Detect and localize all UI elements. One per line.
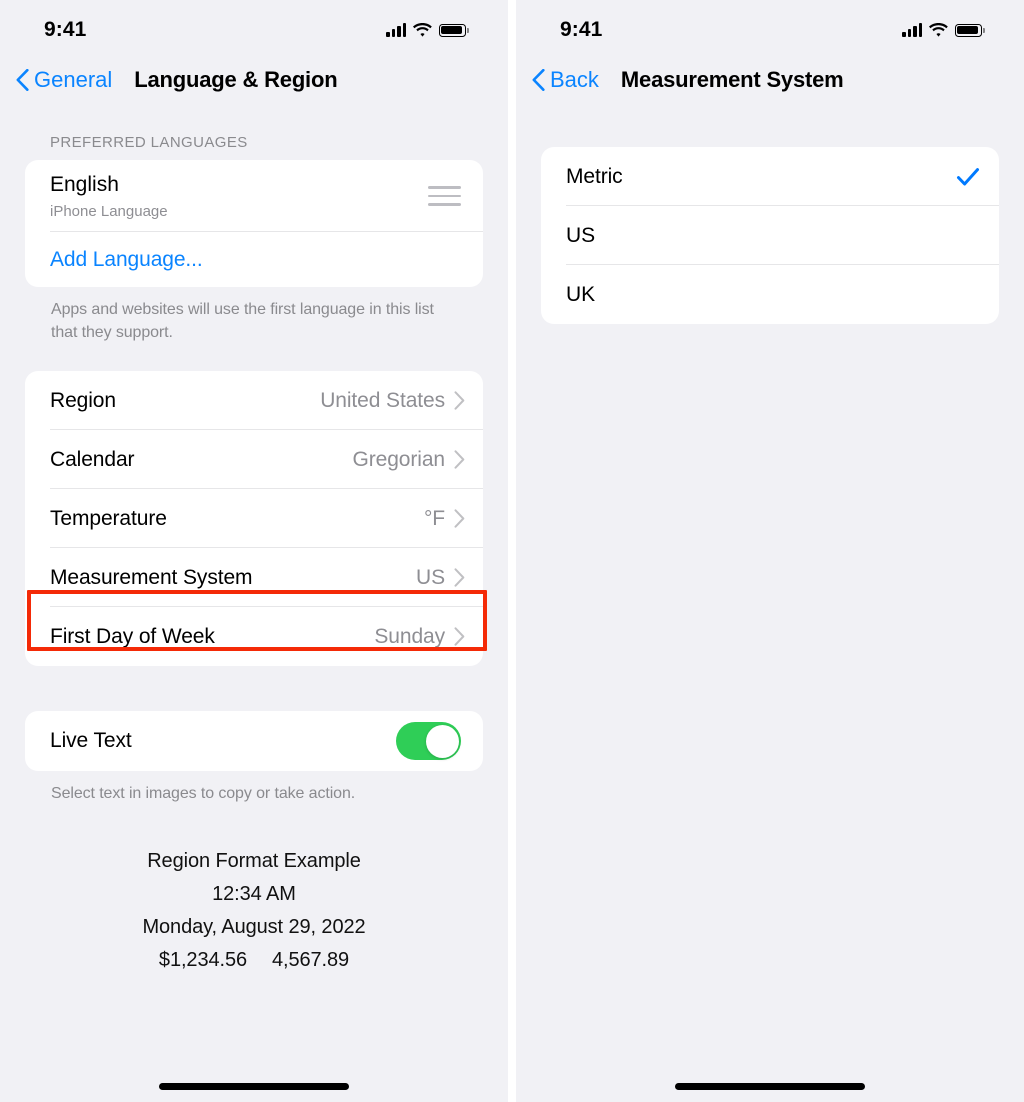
option-label: UK — [566, 282, 595, 306]
back-button[interactable]: Back — [532, 67, 599, 93]
row-value: Gregorian — [352, 447, 446, 471]
live-text-row[interactable]: Live Text — [25, 711, 483, 771]
live-text-toggle[interactable] — [396, 722, 461, 761]
row-value: United States — [320, 388, 445, 412]
status-bar-time: 9:41 — [560, 18, 603, 41]
status-bar-icons — [386, 23, 469, 37]
language-subtitle: iPhone Language — [50, 202, 168, 220]
screen-divider — [508, 0, 516, 1102]
dual-screen-comparison: 9:41 General Language & Region PREFERRED… — [0, 0, 1024, 1102]
region-example-title: Region Format Example — [147, 850, 361, 873]
left-content: PREFERRED LANGUAGES English iPhone Langu… — [0, 104, 508, 972]
add-language-label: Add Language... — [50, 247, 203, 271]
row-value-group: US — [416, 566, 465, 590]
language-row-english[interactable]: English iPhone Language — [25, 160, 483, 232]
settings-row-region[interactable]: Region United States — [25, 371, 483, 431]
chevron-right-icon — [454, 391, 465, 411]
language-title: English — [50, 173, 119, 197]
row-label: Temperature — [50, 506, 167, 530]
settings-row-first-day-of-week[interactable]: First Day of Week Sunday — [25, 607, 483, 666]
row-label: Region — [50, 388, 116, 412]
row-label: Measurement System — [50, 565, 253, 589]
battery-full-icon — [955, 23, 985, 37]
live-text-footnote: Select text in images to copy or take ac… — [51, 785, 356, 803]
status-bar: 9:41 — [0, 0, 508, 56]
settings-row-calendar[interactable]: Calendar Gregorian — [25, 430, 483, 490]
languages-footnote: Apps and websites will use the first lan… — [51, 301, 434, 341]
row-value-group: °F — [424, 507, 465, 531]
home-indicator — [159, 1083, 349, 1090]
back-button-label: General — [34, 67, 113, 92]
row-label: First Day of Week — [50, 624, 215, 648]
back-button-label: Back — [550, 67, 599, 92]
status-bar: 9:41 — [516, 0, 1024, 56]
row-value-group: United States — [320, 389, 465, 413]
chevron-left-icon — [16, 69, 29, 91]
row-value: °F — [423, 506, 445, 530]
right-content: Metric US UK — [516, 147, 1024, 324]
status-bar-time: 9:41 — [44, 18, 87, 41]
chevron-right-icon — [454, 450, 465, 470]
language-text-block: English iPhone Language — [50, 172, 168, 219]
live-text-label: Live Text — [50, 729, 132, 753]
chevron-right-icon — [454, 568, 465, 588]
page-title: Measurement System — [620, 67, 844, 92]
cellular-bars-icon — [902, 23, 922, 37]
region-example-numbers: $1,234.56 4,567.89 — [25, 949, 483, 972]
home-indicator — [675, 1083, 865, 1090]
option-row-us[interactable]: US — [541, 206, 999, 265]
option-row-metric[interactable]: Metric — [541, 147, 999, 206]
cellular-bars-icon — [386, 23, 406, 37]
wifi-icon — [929, 23, 948, 37]
option-label: Metric — [566, 164, 623, 188]
row-value: US — [416, 565, 445, 589]
checkmark-icon — [957, 167, 979, 185]
navigation-bar: General Language & Region — [0, 56, 508, 104]
battery-full-icon — [439, 23, 469, 37]
row-value: Sunday — [374, 624, 445, 648]
region-example-date: Monday, August 29, 2022 — [142, 916, 366, 939]
toggle-knob — [425, 724, 459, 758]
option-row-uk[interactable]: UK — [541, 265, 999, 324]
languages-card: English iPhone Language Add Language... — [25, 160, 483, 287]
wifi-icon — [413, 23, 432, 37]
add-language-button[interactable]: Add Language... — [25, 232, 483, 287]
chevron-right-icon — [454, 509, 465, 529]
navigation-bar: Back Measurement System — [516, 56, 1024, 104]
status-bar-icons — [902, 23, 985, 37]
option-label: US — [566, 223, 595, 247]
row-label: Calendar — [50, 447, 135, 471]
chevron-left-icon — [532, 69, 545, 91]
region-example-currency: $1,234.56 — [158, 949, 247, 972]
chevron-right-icon — [454, 627, 465, 647]
reorder-handle-icon[interactable] — [428, 186, 461, 206]
region-example-time: 12:34 AM — [212, 883, 296, 906]
region-format-example: Region Format Example 12:34 AM Monday, A… — [25, 806, 483, 972]
region-settings-card: Region United States Calendar Gregorian … — [25, 371, 483, 667]
measurement-options-card: Metric US UK — [541, 147, 999, 324]
right-phone-screen: 9:41 Back Measurement System Metric US U… — [516, 0, 1024, 1102]
live-text-card: Live Text — [25, 711, 483, 772]
page-title: Language & Region — [134, 67, 338, 92]
section-header-preferred-languages: PREFERRED LANGUAGES — [50, 134, 248, 151]
row-value-group: Sunday — [374, 625, 465, 649]
settings-row-temperature[interactable]: Temperature °F — [25, 489, 483, 549]
row-value-group: Gregorian — [353, 448, 465, 472]
region-example-number: 4,567.89 — [272, 949, 350, 972]
back-button-general[interactable]: General — [16, 67, 112, 93]
left-phone-screen: 9:41 General Language & Region PREFERRED… — [0, 0, 508, 1102]
settings-row-measurement-system[interactable]: Measurement System US — [25, 548, 483, 608]
